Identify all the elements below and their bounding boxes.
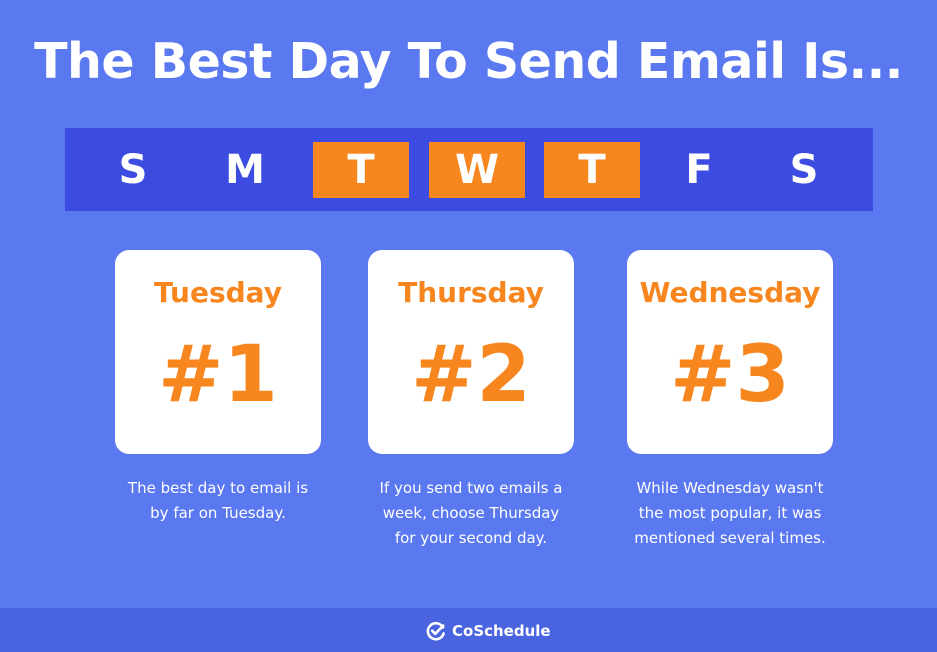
weekday-strip: S M T W T F S	[65, 128, 873, 211]
card-day-name: Wednesday	[639, 276, 821, 309]
brand-logo: CoSchedule	[426, 620, 551, 642]
day-saturday: S	[789, 147, 819, 193]
rank-card-tuesday: Tuesday #1	[115, 250, 321, 454]
day-friday: F	[685, 147, 713, 193]
footer-bar: CoSchedule	[0, 608, 937, 652]
card-rank: #2	[411, 330, 531, 420]
day-thursday: T	[544, 142, 640, 198]
description-line: week, choose Thursday	[382, 504, 560, 522]
day-sunday: S	[118, 147, 148, 193]
description-line: for your second day.	[394, 529, 548, 547]
description-line: While Wednesday wasn't	[636, 479, 824, 497]
rank-card-thursday: Thursday #2	[368, 250, 574, 454]
checkmark-circle-icon	[426, 621, 446, 641]
description-line: mentioned several times.	[634, 529, 826, 547]
card-rank: #1	[158, 330, 278, 420]
day-tuesday: T	[313, 142, 409, 198]
description-line: The best day to email is	[127, 479, 309, 497]
card-description-tuesday: The best day to email is by far on Tuesd…	[103, 476, 333, 526]
day-wednesday: W	[429, 142, 525, 198]
description-line: the most popular, it was	[638, 504, 822, 522]
card-day-name: Tuesday	[154, 276, 282, 309]
card-day-name: Thursday	[398, 276, 544, 309]
card-description-wednesday: While Wednesday wasn't the most popular,…	[615, 476, 845, 551]
description-line: by far on Tuesday.	[150, 504, 286, 522]
rank-card-wednesday: Wednesday #3	[627, 250, 833, 454]
card-description-thursday: If you send two emails a week, choose Th…	[356, 476, 586, 551]
brand-name: CoSchedule	[452, 622, 551, 640]
card-rank: #3	[670, 330, 790, 420]
description-line: If you send two emails a	[379, 479, 563, 497]
page-title: The Best Day To Send Email Is...	[34, 33, 903, 90]
day-monday: M	[225, 147, 265, 193]
